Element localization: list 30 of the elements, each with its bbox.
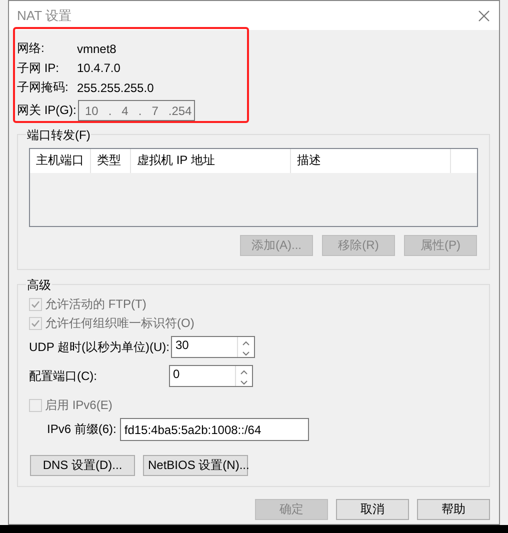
ip-address-field[interactable]: 10 . 4 . 7 .254 — [78, 100, 195, 121]
number-spinner[interactable]: 0 — [169, 365, 253, 387]
column-header[interactable]: 描述 — [291, 148, 451, 172]
field-label: UDP 超时(以秒为单位)(U): — [29, 338, 170, 356]
column-header[interactable]: 主机端口 — [30, 148, 91, 172]
dialog-button[interactable]: NetBIOS 设置(N)... — [143, 454, 248, 476]
dialog-button[interactable]: DNS 设置(D)... — [30, 454, 135, 476]
dialog-button[interactable]: 取消 — [336, 498, 409, 520]
field-value: vmnet8 — [77, 42, 116, 56]
checkbox-label: 允许任何组织唯一标识符(O) — [45, 314, 194, 332]
field-label: 配置端口(C): — [29, 368, 98, 384]
checkbox-label: 启用 IPv6(E) — [45, 396, 112, 414]
field-label: 网关 IP(G): — [17, 102, 78, 119]
dialog-button[interactable]: 帮助 — [417, 498, 490, 520]
field-value: 10.4.7.0 — [77, 61, 120, 76]
port-table[interactable]: 主机端口 类型 虚拟机 IP 地址 描述 — [29, 148, 478, 226]
field-label: 网络: — [17, 40, 46, 58]
field-label: 子网 IP: — [17, 60, 60, 77]
number-spinner[interactable]: 30 — [171, 336, 256, 358]
checkbox-label: 允许活动的 FTP(T) — [45, 296, 146, 312]
field-value: 255.255.255.0 — [77, 80, 154, 95]
field-label: IPv6 前缀(6): — [47, 421, 116, 438]
window-title: NAT 设置 — [17, 6, 72, 24]
column-header[interactable]: 类型 — [91, 148, 131, 172]
close-icon[interactable] — [477, 8, 491, 22]
field-label: 子网掩码: — [17, 79, 70, 96]
column-header[interactable]: 虚拟机 IP 地址 — [131, 148, 291, 172]
group-title: 端口转发(F) — [26, 126, 92, 144]
ipv6-prefix-field[interactable]: fd15:4ba5:5a2b:1008::/64 — [120, 418, 310, 441]
group-title: 高级 — [26, 276, 52, 294]
